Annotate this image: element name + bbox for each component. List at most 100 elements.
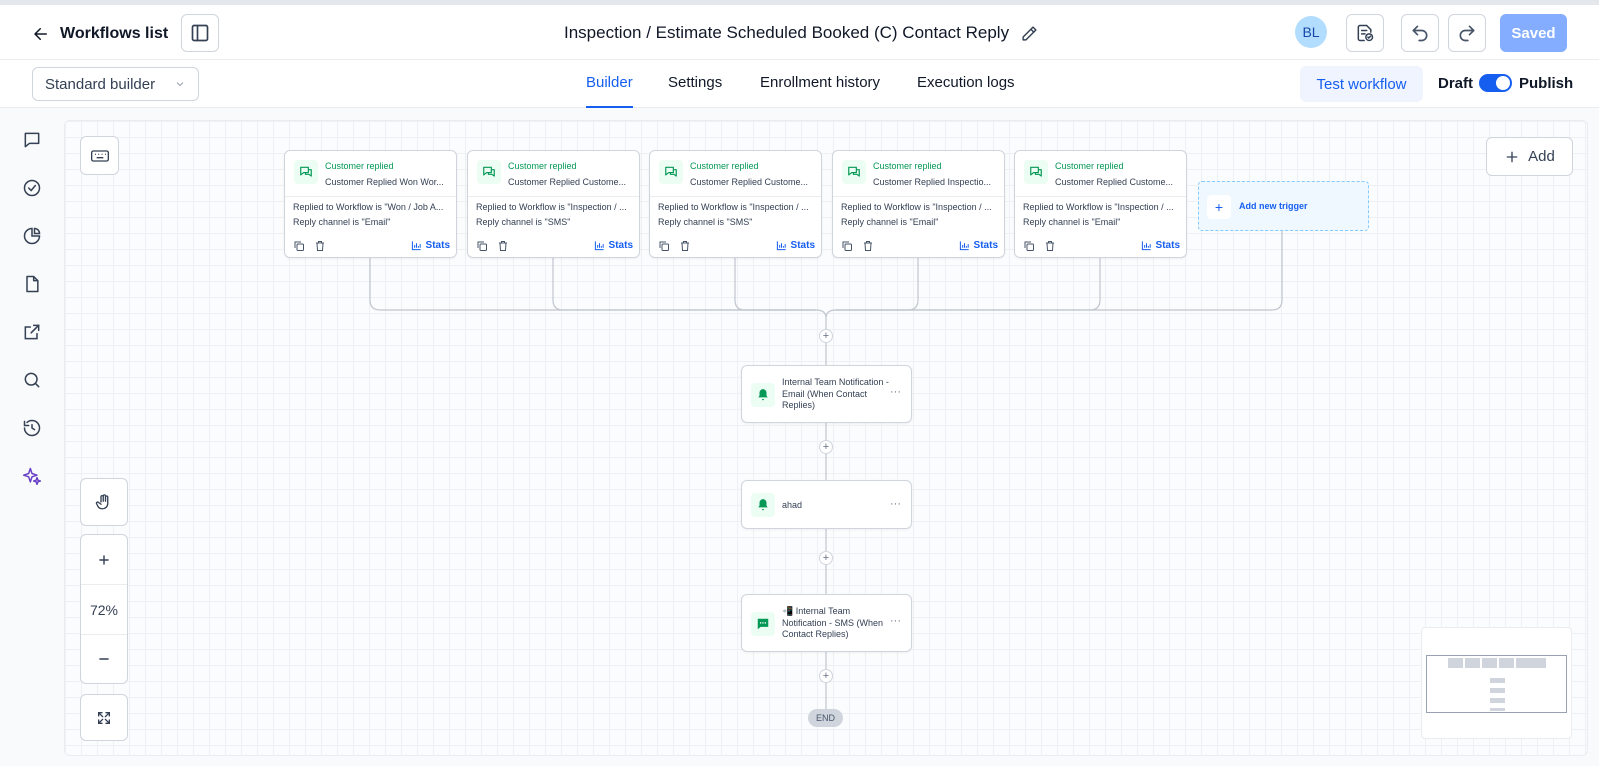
sidebar-toggle-button[interactable]: [181, 14, 219, 52]
header: Workflows list Inspection / Estimate Sch…: [0, 5, 1599, 60]
back-label: Workflows list: [60, 25, 169, 42]
minimap-node: [1490, 708, 1505, 711]
tab-enrollment-history[interactable]: Enrollment history: [760, 74, 880, 108]
action-node[interactable]: Internal Team Notification - Email (When…: [741, 365, 912, 423]
pan-tool-button[interactable]: [80, 478, 128, 526]
stats-button[interactable]: Stats: [594, 240, 633, 251]
minimap-node: [1516, 658, 1546, 668]
copy-icon[interactable]: [476, 240, 488, 252]
trigger-card[interactable]: Customer replied Customer Replied Inspec…: [832, 150, 1005, 258]
pie-chart-icon[interactable]: [22, 226, 42, 246]
tab-settings[interactable]: Settings: [668, 74, 722, 108]
copy-icon[interactable]: [841, 240, 853, 252]
action-node[interactable]: 📲 Internal Team Notification - SMS (When…: [741, 594, 912, 652]
check-circle-icon[interactable]: [22, 178, 42, 198]
redo-button[interactable]: [1448, 14, 1486, 52]
trigger-type: Customer replied: [1055, 161, 1124, 171]
sparkles-icon[interactable]: [22, 466, 42, 486]
external-link-icon[interactable]: [22, 322, 42, 342]
trigger-type: Customer replied: [325, 161, 394, 171]
divider: [468, 196, 639, 197]
add-new-trigger-button[interactable]: + Add new trigger: [1198, 181, 1369, 231]
chevron-down-icon: [176, 82, 184, 87]
zoom-out-button[interactable]: [81, 634, 127, 683]
stats-button[interactable]: Stats: [1141, 240, 1180, 251]
divider: [650, 196, 821, 197]
tab-builder[interactable]: Builder: [586, 74, 633, 108]
trash-icon[interactable]: [862, 240, 874, 252]
hand-icon: [81, 479, 127, 525]
search-icon[interactable]: [22, 370, 42, 390]
document-icon[interactable]: [22, 274, 42, 294]
draft-label: Draft: [1438, 75, 1474, 92]
trigger-card[interactable]: Customer replied Customer Replied Custom…: [649, 150, 822, 258]
test-workflow-button[interactable]: Test workflow: [1300, 66, 1423, 102]
sms-icon: [751, 612, 775, 636]
stats-label: Stats: [608, 240, 633, 251]
publish-toggle[interactable]: [1479, 74, 1512, 92]
add-step-button[interactable]: +: [819, 551, 833, 565]
add-step-button[interactable]: +: [819, 329, 833, 343]
more-options-icon[interactable]: ···: [890, 386, 901, 398]
trigger-card[interactable]: Customer replied Customer Replied Custom…: [467, 150, 640, 258]
copy-icon[interactable]: [658, 240, 670, 252]
zoom-controls: 72%: [80, 534, 128, 684]
document-check-icon: [1357, 24, 1374, 42]
stats-button[interactable]: Stats: [959, 240, 998, 251]
trigger-name: Customer Replied Custome...: [508, 177, 627, 187]
more-options-icon[interactable]: ···: [890, 498, 901, 510]
trash-icon[interactable]: [497, 240, 509, 252]
stats-label: Stats: [973, 240, 998, 251]
history-icon[interactable]: [22, 418, 42, 438]
avatar[interactable]: BL: [1295, 16, 1327, 48]
version-history-button[interactable]: [1346, 14, 1384, 52]
add-step-button[interactable]: +: [819, 440, 833, 454]
add-step-button[interactable]: +: [819, 669, 833, 683]
saved-button[interactable]: Saved: [1500, 14, 1567, 52]
chat-icon[interactable]: [22, 130, 42, 150]
back-to-workflows-button[interactable]: Workflows list: [32, 25, 168, 43]
trash-icon[interactable]: [1044, 240, 1056, 252]
action-node[interactable]: ahad ···: [741, 480, 912, 529]
trigger-condition-channel: Reply channel is "Email": [1023, 217, 1121, 227]
builder-select[interactable]: Standard builder: [32, 67, 199, 101]
keyboard-shortcuts-button[interactable]: [80, 136, 119, 175]
trigger-type: Customer replied: [508, 161, 577, 171]
divider: [1015, 196, 1186, 197]
action-label: Internal Team Notification - Email (When…: [782, 377, 889, 410]
plus-icon: +: [1207, 195, 1231, 219]
sidebar-panel-icon: [191, 24, 209, 42]
minus-icon: [99, 658, 109, 660]
minimap[interactable]: [1421, 627, 1572, 739]
sub-toolbar: Standard builder Builder Settings Enroll…: [0, 60, 1599, 108]
undo-button[interactable]: [1401, 14, 1439, 52]
trigger-condition-workflow: Replied to Workflow is "Inspection / ...: [658, 202, 809, 212]
minimap-node: [1499, 658, 1514, 668]
copy-icon[interactable]: [1023, 240, 1035, 252]
trigger-name: Customer Replied Custome...: [690, 177, 809, 187]
toggle-knob: [1496, 76, 1510, 90]
stats-label: Stats: [1155, 240, 1180, 251]
trash-icon[interactable]: [314, 240, 326, 252]
pencil-edit-icon[interactable]: [1021, 25, 1038, 42]
fit-view-button[interactable]: [80, 694, 128, 741]
end-node: END: [808, 709, 843, 727]
trigger-condition-workflow: Replied to Workflow is "Inspection / ...: [476, 202, 627, 212]
trigger-name: Customer Replied Won Wor...: [325, 177, 444, 187]
stats-button[interactable]: Stats: [776, 240, 815, 251]
add-button[interactable]: Add: [1486, 137, 1573, 176]
copy-icon[interactable]: [293, 240, 305, 252]
trigger-footer: Stats: [293, 240, 450, 252]
trash-icon[interactable]: [679, 240, 691, 252]
bar-chart-icon: [776, 241, 786, 251]
tab-execution-logs[interactable]: Execution logs: [917, 74, 1015, 108]
stats-label: Stats: [790, 240, 815, 251]
zoom-in-button[interactable]: [81, 535, 127, 584]
stats-button[interactable]: Stats: [411, 240, 450, 251]
trigger-condition-channel: Reply channel is "SMS": [658, 217, 753, 227]
trigger-card[interactable]: Customer replied Customer Replied Won Wo…: [284, 150, 457, 258]
action-label: ahad: [782, 500, 803, 510]
trigger-card[interactable]: Customer replied Customer Replied Custom…: [1014, 150, 1187, 258]
minimap-node: [1448, 658, 1463, 668]
more-options-icon[interactable]: ···: [890, 615, 901, 627]
